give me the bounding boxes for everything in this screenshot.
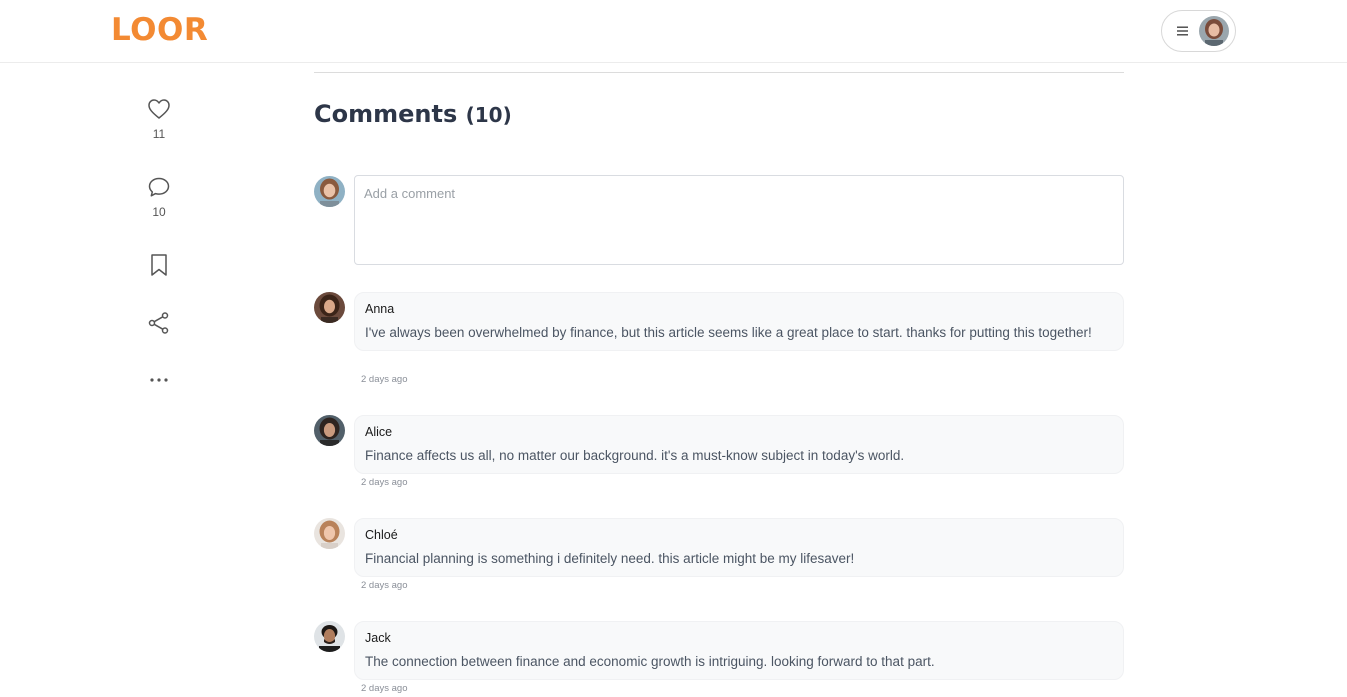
user-menu-button[interactable] [1161, 10, 1236, 52]
commenter-avatar [314, 518, 345, 549]
more-dots-icon [150, 378, 168, 382]
comment-bubble: Jack The connection between finance and … [354, 621, 1124, 680]
comment-bubble-icon [148, 177, 170, 197]
comment-timestamp: 2 days ago [361, 477, 408, 488]
commenter-avatar [314, 415, 345, 446]
hamburger-icon [1177, 26, 1188, 36]
comment-author[interactable]: Anna [365, 301, 1113, 317]
section-divider [314, 72, 1124, 73]
commenter-avatar [314, 621, 345, 652]
comment-count: 10 [152, 205, 166, 219]
comment-text: Financial planning is something i defini… [365, 551, 855, 566]
share-button[interactable] [139, 311, 179, 335]
comment-author[interactable]: Alice [365, 424, 1113, 440]
logo[interactable]: LOOR [111, 12, 208, 48]
comment-input[interactable] [354, 175, 1124, 265]
like-count: 11 [152, 127, 166, 141]
comment-author[interactable]: Jack [365, 630, 1113, 646]
comment-text: I've always been overwhelmed by finance,… [365, 325, 1092, 340]
comment-author[interactable]: Chloé [365, 527, 1113, 543]
more-button[interactable] [139, 376, 179, 384]
comment-text: The connection between finance and econo… [365, 654, 935, 669]
comment-timestamp: 2 days ago [361, 580, 408, 591]
comment-timestamp: 2 days ago [361, 374, 408, 385]
comment-button[interactable]: 10 [139, 176, 179, 219]
like-button[interactable]: 11 [139, 98, 179, 141]
top-nav: LOOR [0, 0, 1347, 63]
comment-bubble: Anna I've always been overwhelmed by fin… [354, 292, 1124, 351]
bookmark-icon [151, 254, 167, 276]
bookmark-button[interactable] [139, 253, 179, 277]
share-icon [148, 312, 169, 334]
comment-text: Finance affects us all, no matter our ba… [365, 448, 905, 463]
comment-bubble: Alice Finance affects us all, no matter … [354, 415, 1124, 474]
user-avatar [1199, 16, 1229, 46]
commenter-avatar [314, 292, 345, 323]
comments-count: (10) [465, 103, 512, 127]
comment-timestamp: 2 days ago [361, 683, 408, 694]
heart-icon [148, 99, 170, 119]
comment-bubble: Chloé Financial planning is something i … [354, 518, 1124, 577]
comments-title: Comments [314, 100, 458, 128]
comments-heading: Comments (10) [314, 100, 512, 128]
current-user-avatar [314, 176, 345, 207]
